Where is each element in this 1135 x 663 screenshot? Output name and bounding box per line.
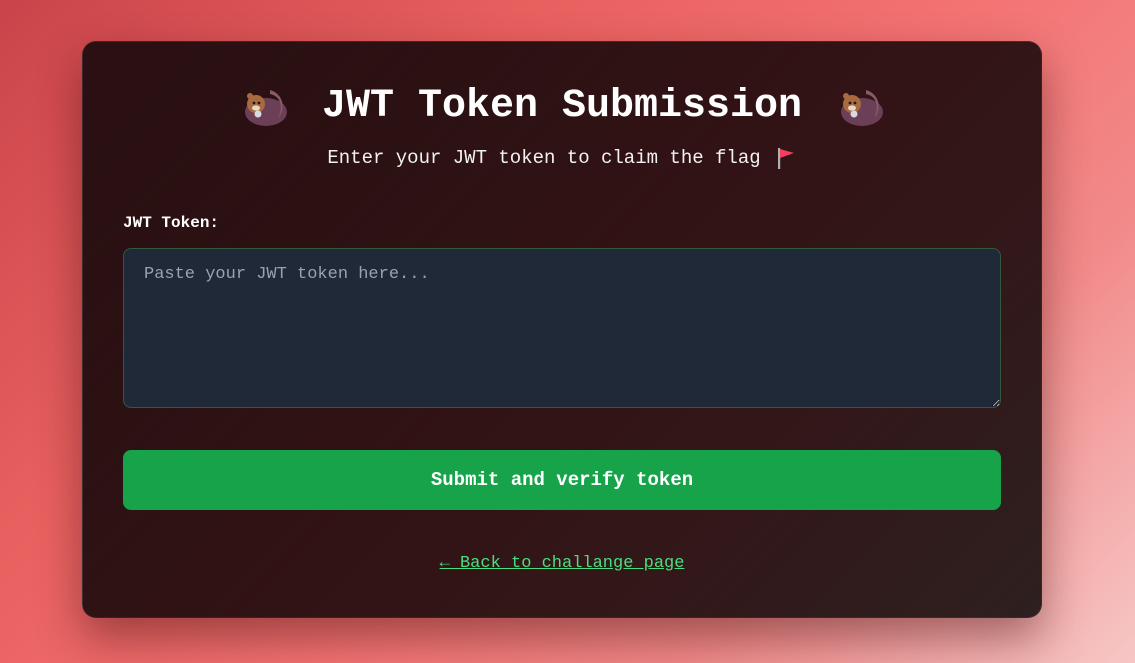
submission-card: JWT Token Submission Enter your JWT toke… bbox=[82, 41, 1042, 618]
submit-button[interactable]: Submit and verify token bbox=[123, 450, 1001, 510]
subtitle-row: Enter your JWT token to claim the flag bbox=[123, 146, 1001, 170]
page-title: JWT Token Submission bbox=[321, 83, 803, 129]
token-label: JWT Token: bbox=[123, 214, 220, 232]
page-subtitle: Enter your JWT token to claim the flag bbox=[327, 147, 761, 169]
otter-icon bbox=[836, 84, 884, 128]
flag-icon bbox=[775, 146, 797, 170]
otter-icon bbox=[240, 84, 288, 128]
token-input[interactable] bbox=[123, 248, 1001, 408]
back-row: ← Back to challange page bbox=[123, 554, 1001, 573]
title-row: JWT Token Submission bbox=[123, 82, 1001, 130]
back-link[interactable]: ← Back to challange page bbox=[440, 554, 685, 573]
